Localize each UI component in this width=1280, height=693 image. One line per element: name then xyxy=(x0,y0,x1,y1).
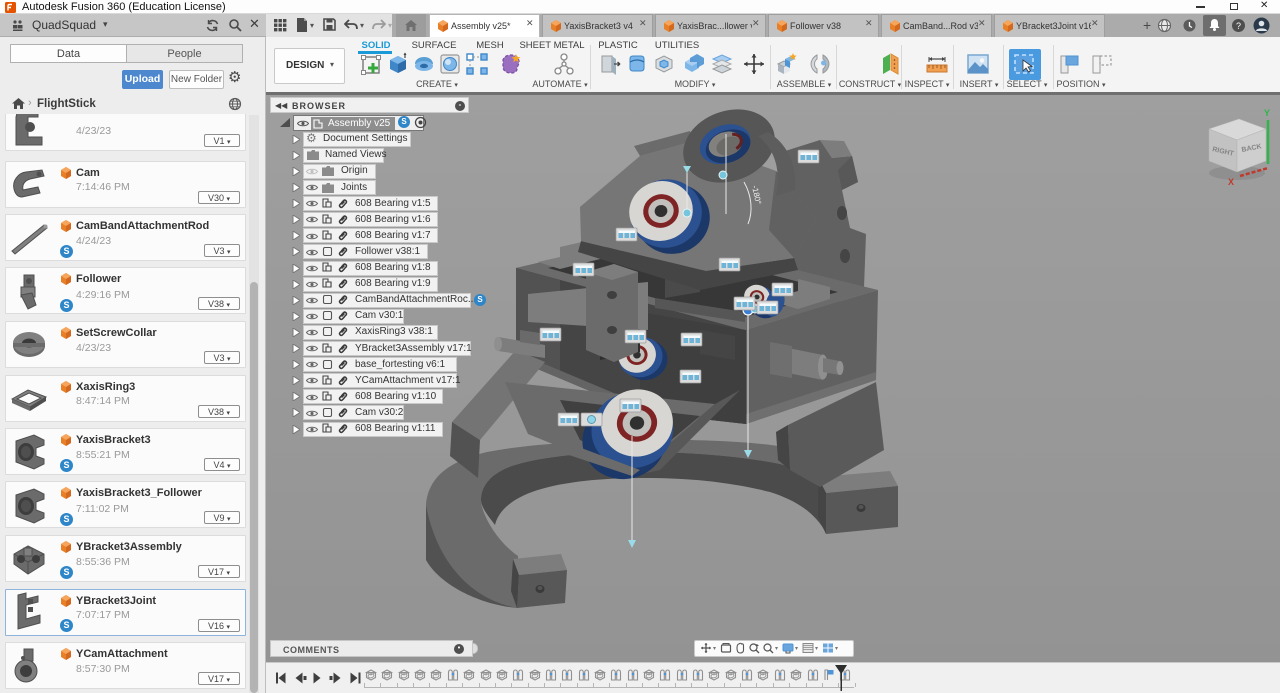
svg-text:?: ? xyxy=(1236,21,1241,31)
svg-text:Y: Y xyxy=(1264,108,1270,118)
svg-text:X: X xyxy=(1228,177,1234,187)
